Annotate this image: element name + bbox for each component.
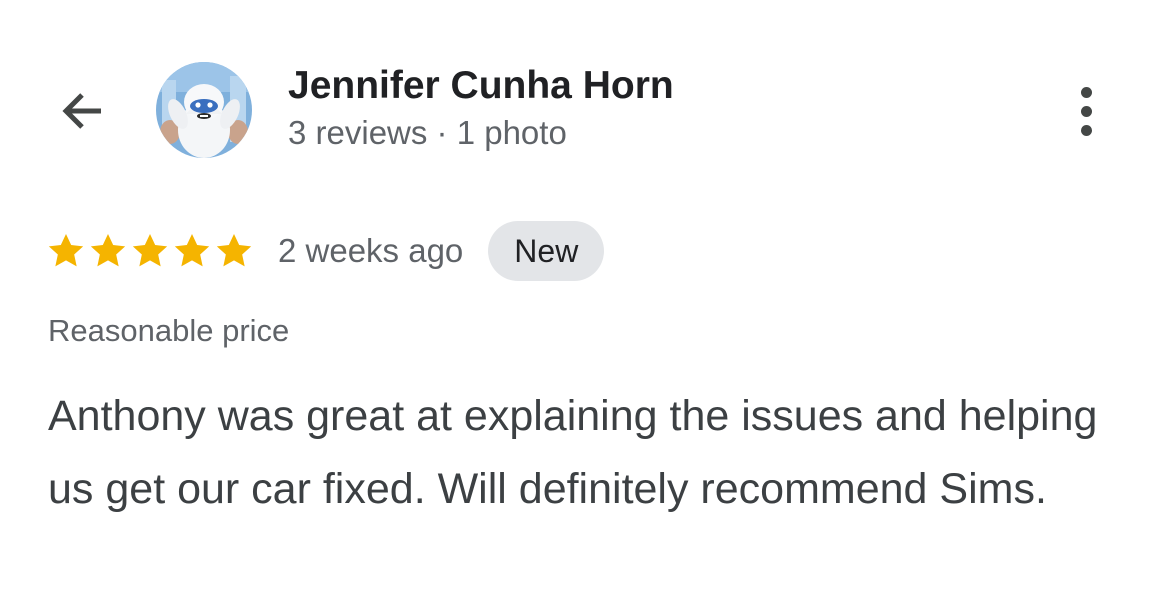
- more-vertical-icon: [1080, 86, 1092, 98]
- reviewer-meta: 3 reviews · 1 photo: [288, 114, 567, 151]
- arrow-left-icon: [62, 93, 101, 129]
- star-icon: [90, 234, 126, 267]
- rating-row: 2 weeks ago New: [46, 220, 605, 282]
- review-text: Anthony was great at explaining the issu…: [48, 392, 1098, 513]
- yeti-avatar: [156, 62, 252, 158]
- review-attribute-tag: Reasonable price: [48, 313, 290, 348]
- star-icon: [132, 234, 168, 267]
- more-vertical-icon-dot: [1080, 124, 1092, 136]
- review-time: 2 weeks ago: [278, 232, 464, 269]
- star-icon: [174, 234, 210, 267]
- review-header: Jennifer Cunha Horn 3 reviews · 1 photo: [0, 0, 1170, 200]
- new-badge: New: [488, 221, 605, 281]
- avatar[interactable]: [156, 62, 252, 158]
- back-button[interactable]: [50, 78, 116, 144]
- star-rating: [46, 231, 254, 271]
- more-options-button[interactable]: [1060, 80, 1112, 142]
- more-vertical-icon-dot: [1080, 105, 1092, 117]
- star-icon: [48, 234, 84, 267]
- reviewer-name[interactable]: Jennifer Cunha Horn: [288, 64, 674, 108]
- star-icon: [216, 234, 252, 267]
